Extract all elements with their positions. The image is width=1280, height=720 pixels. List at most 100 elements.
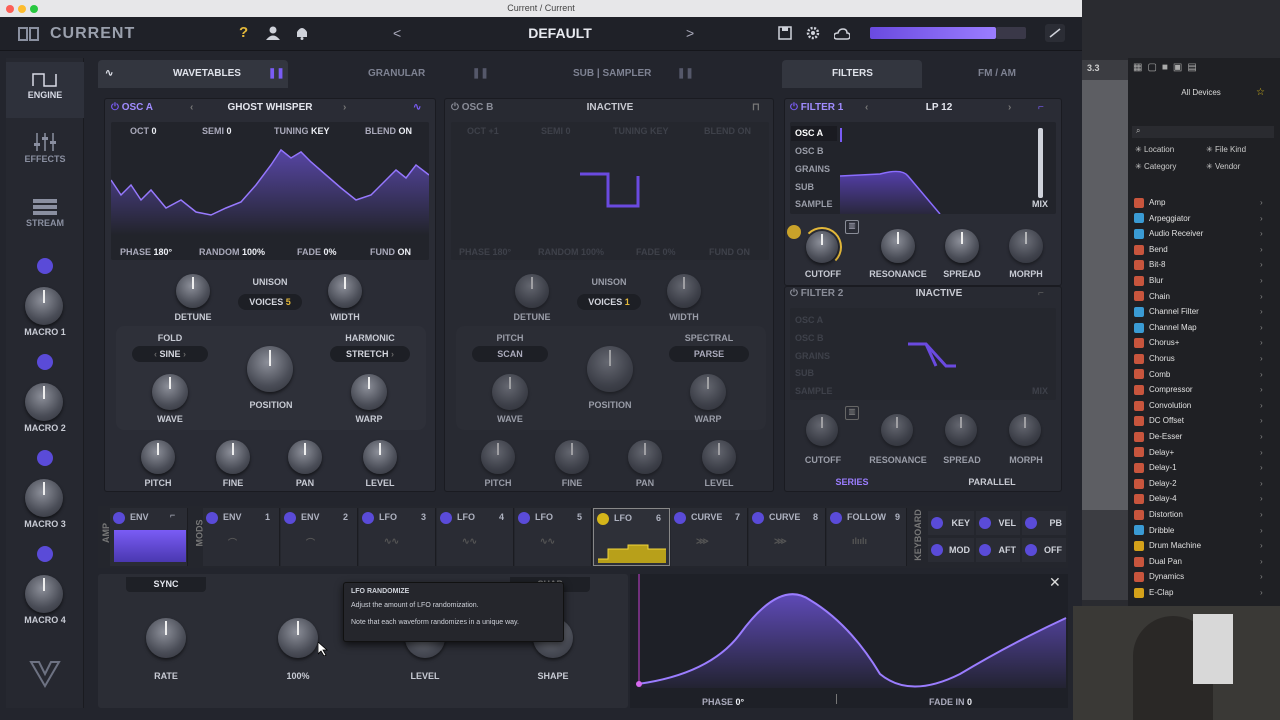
filter-2-morph-knob[interactable] xyxy=(1009,414,1041,446)
osc-a-tuning[interactable]: TUNING KEY xyxy=(274,126,330,136)
osc-b-detune-knob[interactable] xyxy=(515,274,549,308)
filter-vendor[interactable]: ✳ Vendor xyxy=(1206,162,1240,171)
close-lfo-button[interactable]: ✕ xyxy=(1049,574,1061,591)
piano-icon[interactable]: ▥ xyxy=(845,406,859,420)
filter-category[interactable]: ✳ Category xyxy=(1135,162,1176,171)
osc-a-harmonic-select[interactable]: STRETCH › xyxy=(330,346,410,362)
tab-wavetables[interactable]: ∿ WAVETABLES ❚❚ xyxy=(98,60,288,88)
osc-b-level-knob[interactable] xyxy=(702,440,736,474)
macro-2-mod-button[interactable] xyxy=(37,354,53,370)
osc-b-voices[interactable]: VOICES 1 xyxy=(577,294,641,310)
device-list-item[interactable]: De-Esser › xyxy=(1134,429,1263,444)
mod-slot-env-1[interactable]: ENV 1 ⌒ xyxy=(203,508,280,566)
osc-b-phase[interactable]: PHASE 180° xyxy=(459,247,511,257)
master-volume-track[interactable] xyxy=(996,27,1026,39)
off-source[interactable]: OFF xyxy=(1022,538,1066,562)
filter-1-source-sub[interactable]: SUB xyxy=(795,182,814,192)
macro-3-knob[interactable] xyxy=(25,479,63,517)
macro-4-mod-button[interactable] xyxy=(37,546,53,562)
osc-a-voices[interactable]: VOICES 5 xyxy=(238,294,302,310)
filter-1-morph-knob[interactable] xyxy=(1009,229,1043,263)
filter-2-type-icon[interactable]: ⌐ xyxy=(1038,287,1044,301)
lfo-rate-knob[interactable] xyxy=(146,618,186,658)
osc-b-random[interactable]: RANDOM 100% xyxy=(538,247,604,257)
mod-slot-follow-9[interactable]: FOLLOW 9 ılıılı xyxy=(827,508,907,566)
osc-a-wave-name[interactable]: GHOST WHISPER xyxy=(205,101,335,115)
filter-1-cutoff-knob[interactable] xyxy=(806,231,838,263)
osc-b-blend[interactable]: BLEND ON xyxy=(704,126,751,136)
device-list-item[interactable]: E-Clap › xyxy=(1134,585,1263,600)
osc-a-next-wave[interactable]: › xyxy=(343,101,346,115)
filter-1-next-type[interactable]: › xyxy=(1008,101,1011,115)
mod-source[interactable]: MOD xyxy=(928,538,974,562)
osc-a-blend[interactable]: BLEND ON xyxy=(365,126,412,136)
filter-2-source-sub[interactable]: SUB xyxy=(795,368,814,378)
osc-b-pitch-mode-select[interactable]: SCAN xyxy=(472,346,548,362)
user-icon[interactable] xyxy=(266,26,280,45)
tab-filters[interactable]: FILTERS xyxy=(782,60,922,88)
filter-file-kind[interactable]: ✳ File Kind xyxy=(1206,145,1246,154)
filter-1-source-sample[interactable]: SAMPLE xyxy=(795,199,833,209)
device-list-item[interactable]: DC Offset › xyxy=(1134,413,1263,428)
filter-2-source-grains[interactable]: GRAINS xyxy=(795,351,830,361)
osc-a-detune-knob[interactable] xyxy=(176,274,210,308)
save-icon[interactable] xyxy=(778,26,792,45)
osc-a-phase[interactable]: PHASE 180° xyxy=(120,247,172,257)
lfo-phase[interactable]: PHASE 0° xyxy=(702,697,744,707)
lfo-fade-in[interactable]: FADE IN 0 xyxy=(929,697,972,707)
osc-b-semi[interactable]: SEMI 0 xyxy=(541,126,571,136)
filter-1-source-osc-a[interactable]: OSC A xyxy=(791,126,837,141)
device-list-item[interactable]: Chain › xyxy=(1134,289,1263,304)
sidebar-item-effects[interactable]: EFFECTS xyxy=(6,132,84,182)
device-list-item[interactable]: Delay-2 › xyxy=(1134,476,1263,491)
device-list-item[interactable]: Distortion › xyxy=(1134,507,1263,522)
osc-b-oct[interactable]: OCT +1 xyxy=(467,126,499,136)
filter-1-prev-type[interactable]: ‹ xyxy=(865,101,868,115)
filter-1-mix-slider[interactable] xyxy=(1038,128,1043,198)
osc-a-title[interactable]: ⏻ OSC A xyxy=(111,101,153,115)
filter-2-spread-knob[interactable] xyxy=(945,414,977,446)
device-list-item[interactable]: Audio Receiver › xyxy=(1134,226,1263,241)
filter-1-mod-indicator[interactable] xyxy=(787,225,801,239)
gear-icon[interactable] xyxy=(806,26,820,45)
osc-b-fine-knob[interactable] xyxy=(555,440,589,474)
osc-b-fund[interactable]: FUND ON xyxy=(709,247,750,257)
osc-a-fine-knob[interactable] xyxy=(216,440,250,474)
piano-icon[interactable]: ▥ xyxy=(845,220,859,234)
sidebar-item-stream[interactable]: STREAM xyxy=(6,196,84,246)
minimize-window-button[interactable] xyxy=(18,5,26,13)
device-list-item[interactable]: Bit-8 › xyxy=(1134,257,1263,272)
macro-2-knob[interactable] xyxy=(25,383,63,421)
device-list-item[interactable]: Delay-4 › xyxy=(1134,491,1263,506)
prev-preset-button[interactable]: < xyxy=(393,25,401,41)
next-preset-button[interactable]: > xyxy=(686,25,694,41)
osc-a-pan-knob[interactable] xyxy=(288,440,322,474)
osc-a-fund[interactable]: FUND ON xyxy=(370,247,411,257)
osc-a-fade[interactable]: FADE 0% xyxy=(297,247,337,257)
mod-slot-curve-7[interactable]: CURVE 7 ⋙ xyxy=(671,508,748,566)
macro-1-knob[interactable] xyxy=(25,287,63,325)
filter-2-source-osc-b[interactable]: OSC B xyxy=(795,333,824,343)
cloud-icon[interactable] xyxy=(833,27,851,45)
osc-b-width-knob[interactable] xyxy=(667,274,701,308)
device-list-item[interactable]: Delay+ › xyxy=(1134,445,1263,460)
mod-slot-lfo-6[interactable]: LFO 6 xyxy=(593,508,670,566)
browser-tab-icons[interactable]: ▦▢■▣▤ xyxy=(1133,62,1202,73)
scope-icon[interactable] xyxy=(1045,24,1065,42)
filter-2-type[interactable]: INACTIVE xyxy=(880,287,998,301)
osc-b-pan-knob[interactable] xyxy=(628,440,662,474)
zoom-window-button[interactable] xyxy=(30,5,38,13)
osc-a-oct[interactable]: OCT 0 xyxy=(130,126,157,136)
device-list-item[interactable]: Blur › xyxy=(1134,273,1263,288)
osc-a-random[interactable]: RANDOM 100% xyxy=(199,247,265,257)
osc-b-fade[interactable]: FADE 0% xyxy=(636,247,676,257)
filter-1-source-grains[interactable]: GRAINS xyxy=(795,164,830,174)
tab-fm-am[interactable]: FM / AM xyxy=(930,60,1060,88)
macro-4-knob[interactable] xyxy=(25,575,63,613)
osc-b-tuning[interactable]: TUNING KEY xyxy=(613,126,669,136)
osc-b-warp-knob[interactable] xyxy=(690,374,726,410)
device-list-item[interactable]: Convolution › xyxy=(1134,398,1263,413)
osc-a-position-knob[interactable] xyxy=(247,346,293,392)
tab-sub-sampler[interactable]: SUB | SAMPLER ❚❚ xyxy=(505,60,695,88)
device-list-item[interactable]: Dynamics › xyxy=(1134,569,1263,584)
